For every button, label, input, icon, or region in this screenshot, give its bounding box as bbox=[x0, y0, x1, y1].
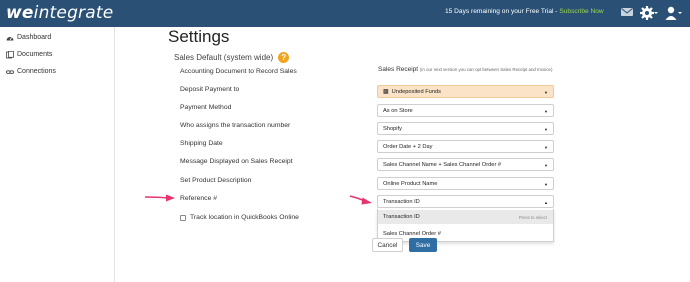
option-sales-channel-order[interactable]: Sales Channel Order # bbox=[378, 227, 553, 241]
subscribe-link[interactable]: Subscribe Now bbox=[559, 8, 603, 15]
receipt-message-select[interactable]: Sales Channel Name + Sales Channel Order… bbox=[377, 158, 554, 171]
user-icon[interactable] bbox=[665, 5, 683, 26]
bank-icon: ▩ bbox=[383, 89, 389, 95]
option-label: Transaction ID bbox=[383, 214, 420, 220]
label-reference: Reference # bbox=[180, 195, 218, 202]
select-value: As on Store bbox=[383, 107, 413, 114]
label-product-description: Set Product Description bbox=[180, 177, 252, 184]
label-message-on-receipt: Message Displayed on Sales Receipt bbox=[180, 158, 293, 165]
cancel-button[interactable]: Cancel bbox=[372, 238, 403, 252]
sales-receipt-note: (in our next version you can opt between… bbox=[419, 67, 553, 72]
select-value: Online Product Name bbox=[383, 180, 438, 187]
caret-down-icon: ▼ bbox=[544, 182, 548, 187]
label-accounting-document: Accounting Document to Record Sales bbox=[180, 68, 297, 75]
annotation-arrow-left-icon bbox=[144, 194, 175, 202]
app-logo[interactable]: weintegrate bbox=[6, 3, 113, 23]
caret-down-icon: ▼ bbox=[544, 109, 548, 114]
shipping-date-select[interactable]: Order Date + 2 Day ▼ bbox=[377, 140, 554, 153]
option-transaction-id[interactable]: Transaction ID Press to select bbox=[378, 210, 553, 224]
sales-receipt-header: Sales Receipt (in our next version you c… bbox=[378, 66, 552, 73]
payment-method-select[interactable]: As on Store ▼ bbox=[377, 104, 554, 117]
track-location-checkbox[interactable] bbox=[180, 214, 186, 221]
label-transaction-number: Who assigns the transaction number bbox=[180, 122, 291, 129]
sales-receipt-label: Sales Receipt bbox=[378, 66, 419, 73]
track-location-row: Track location in QuickBooks Online bbox=[180, 214, 299, 221]
reference-select[interactable]: Transaction ID ▲ bbox=[377, 195, 554, 208]
caret-down-icon: ▼ bbox=[544, 145, 548, 150]
help-icon[interactable]: ? bbox=[278, 52, 290, 63]
documents-icon bbox=[6, 50, 14, 59]
select-value: Order Date + 2 Day bbox=[383, 143, 433, 150]
section-title: Sales Default (system wide) bbox=[174, 53, 274, 62]
connections-icon bbox=[6, 68, 14, 76]
caret-up-icon: ▲ bbox=[544, 200, 548, 205]
sidebar-item-dashboard[interactable]: Dashboard bbox=[6, 32, 51, 43]
section-header: Sales Default (system wide) ? bbox=[174, 52, 290, 63]
option-hint: Press to select bbox=[518, 214, 547, 220]
label-shipping-date: Shipping Date bbox=[180, 140, 223, 147]
sidebar-item-label: Connections bbox=[17, 68, 56, 75]
sidebar-item-documents[interactable]: Documents bbox=[6, 49, 52, 60]
dashboard-icon bbox=[6, 34, 14, 42]
deposit-payment-select[interactable]: ▩ Undeposited Funds ▼ bbox=[377, 85, 554, 98]
label-deposit-payment: Deposit Payment to bbox=[180, 86, 240, 93]
option-label: Sales Channel Order # bbox=[383, 231, 441, 237]
reference-dropdown: Transaction ID Press to select Sales Cha… bbox=[377, 209, 554, 242]
transaction-number-select[interactable]: Shopify ▼ bbox=[377, 122, 554, 135]
save-button[interactable]: Save bbox=[409, 238, 437, 252]
top-navbar: weintegrate 15 Days remaining on your Fr… bbox=[0, 0, 690, 27]
select-value: Sales Channel Name + Sales Channel Order… bbox=[383, 161, 502, 168]
select-value: Shopify bbox=[383, 125, 402, 132]
trial-text: 15 Days remaining on your Free Trial - bbox=[445, 8, 560, 15]
mail-icon[interactable] bbox=[620, 5, 634, 24]
sidebar-item-label: Documents bbox=[17, 51, 53, 58]
gear-icon[interactable] bbox=[640, 5, 658, 26]
sidebar-item-connections[interactable]: Connections bbox=[6, 66, 56, 77]
select-value: Transaction ID bbox=[383, 198, 420, 205]
caret-down-icon: ▼ bbox=[544, 127, 548, 132]
select-value: Undeposited Funds bbox=[391, 88, 441, 95]
caret-down-icon: ▼ bbox=[544, 90, 548, 95]
track-location-label: Track location in QuickBooks Online bbox=[190, 214, 299, 221]
caret-down-icon: ▼ bbox=[544, 163, 548, 168]
annotation-arrow-right-icon bbox=[349, 195, 372, 205]
sidebar-item-label: Dashboard bbox=[17, 34, 52, 41]
page-title: Settings bbox=[168, 27, 230, 46]
trial-banner: 15 Days remaining on your Free Trial - S… bbox=[445, 8, 604, 15]
product-description-select[interactable]: Online Product Name ▼ bbox=[377, 177, 554, 190]
label-payment-method: Payment Method bbox=[180, 104, 232, 111]
